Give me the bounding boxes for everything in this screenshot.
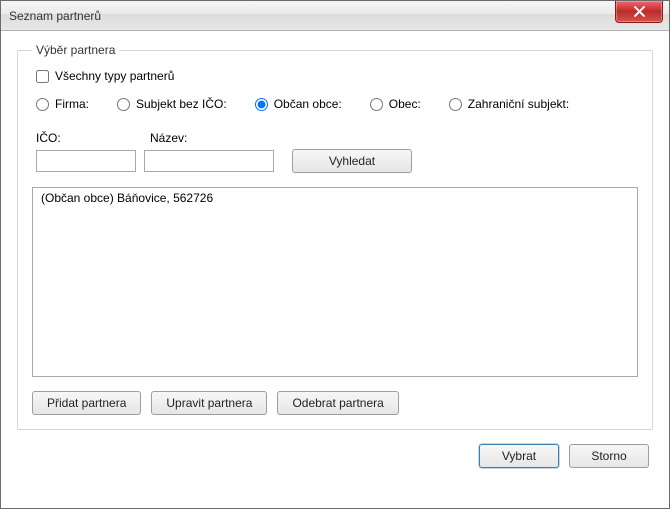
partner-selection-group: Výběr partnera Všechny typy partnerů Fir…: [17, 43, 653, 430]
remove-partner-button[interactable]: Odebrat partnera: [277, 391, 398, 415]
select-button[interactable]: Vybrat: [479, 444, 559, 468]
edit-partner-button[interactable]: Upravit partnera: [151, 391, 267, 415]
ico-label: IČO:: [36, 131, 150, 145]
cancel-button[interactable]: Storno: [569, 444, 649, 468]
radio-zahranicni-label[interactable]: Zahraniční subjekt:: [468, 97, 569, 111]
radio-firma-label[interactable]: Firma:: [55, 97, 89, 111]
radio-firma-wrap: Firma:: [36, 97, 89, 111]
close-icon: [634, 6, 645, 17]
radio-zahranicni-wrap: Zahraniční subjekt:: [449, 97, 569, 111]
all-types-label[interactable]: Všechny typy partnerů: [55, 69, 174, 83]
radio-subjekt-label[interactable]: Subjekt bez IČO:: [136, 97, 227, 111]
radio-obec-wrap: Obec:: [370, 97, 421, 111]
nazev-label: Název:: [150, 131, 187, 145]
titlebar: Seznam partnerů: [1, 1, 669, 31]
all-types-row: Všechny typy partnerů: [36, 69, 638, 83]
group-legend: Výběr partnera: [32, 43, 119, 57]
radio-subjekt-bez-ico[interactable]: [117, 98, 130, 111]
field-labels-row: IČO: Název:: [36, 131, 638, 145]
type-radio-row: Firma: Subjekt bez IČO: Občan obce: Obec…: [32, 97, 638, 111]
partner-action-row: Přidat partnera Upravit partnera Odebrat…: [32, 391, 638, 415]
inputs-row: Vyhledat: [36, 149, 638, 173]
search-button[interactable]: Vyhledat: [292, 149, 412, 173]
list-item[interactable]: (Občan obce) Báňovice, 562726: [35, 190, 635, 206]
radio-obcan-wrap: Občan obce:: [255, 97, 342, 111]
radio-firma[interactable]: [36, 98, 49, 111]
close-button[interactable]: [615, 1, 663, 23]
radio-zahranicni[interactable]: [449, 98, 462, 111]
radio-obec[interactable]: [370, 98, 383, 111]
ico-input[interactable]: [36, 150, 136, 172]
results-listbox[interactable]: (Občan obce) Báňovice, 562726: [32, 187, 638, 377]
add-partner-button[interactable]: Přidat partnera: [32, 391, 141, 415]
window-title: Seznam partnerů: [9, 9, 101, 23]
content-area: Výběr partnera Všechny typy partnerů Fir…: [1, 31, 669, 484]
radio-subjekt-wrap: Subjekt bez IČO:: [117, 97, 227, 111]
dialog-footer: Vybrat Storno: [17, 444, 653, 468]
nazev-input[interactable]: [144, 150, 274, 172]
radio-obcan-obce[interactable]: [255, 98, 268, 111]
dialog-window: Seznam partnerů Výběr partnera Všechny t…: [0, 0, 670, 509]
radio-obec-label[interactable]: Obec:: [389, 97, 421, 111]
all-types-checkbox[interactable]: [36, 70, 49, 83]
radio-obcan-label[interactable]: Občan obce:: [274, 97, 342, 111]
